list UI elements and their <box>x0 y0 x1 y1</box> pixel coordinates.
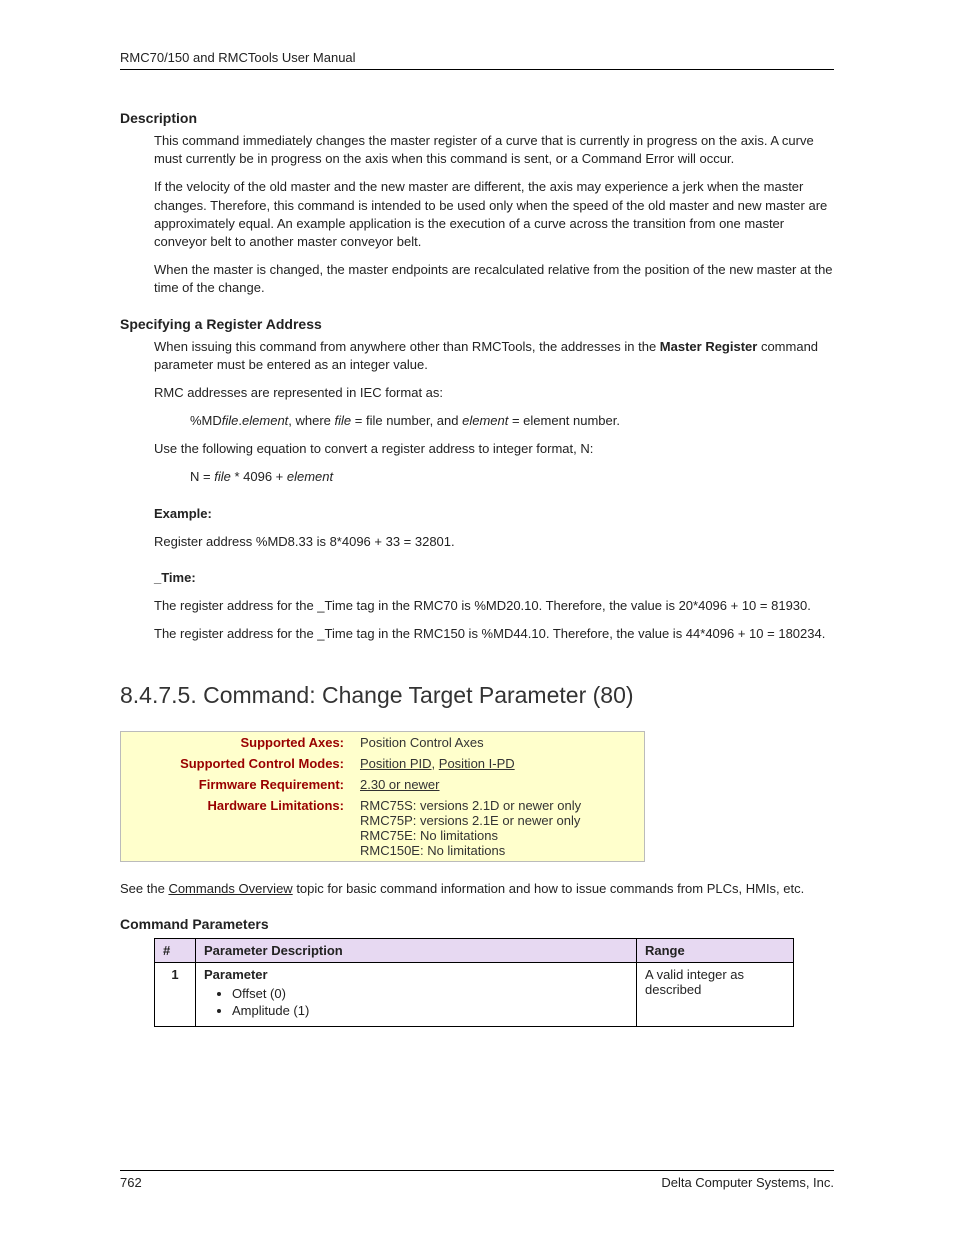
text-fragment: %MD <box>190 413 222 428</box>
text-fragment: topic for basic command information and … <box>293 881 805 896</box>
commands-overview-para: See the Commands Overview topic for basi… <box>120 880 834 898</box>
info-value-supported-axes: Position Control Axes <box>352 731 645 753</box>
table-row: Hardware Limitations: RMC75S: versions 2… <box>121 795 645 862</box>
link-position-ipd[interactable]: Position I-PD <box>439 756 515 771</box>
text-fragment: When issuing this command from anywhere … <box>154 339 660 354</box>
page-footer: 762 Delta Computer Systems, Inc. <box>120 1170 834 1190</box>
description-para-3: When the master is changed, the master e… <box>154 261 834 297</box>
time-para-2: The register address for the _Time tag i… <box>154 625 834 643</box>
time-para-1: The register address for the _Time tag i… <box>154 597 834 615</box>
description-para-2: If the velocity of the old master and th… <box>154 178 834 251</box>
table-row: Firmware Requirement: 2.30 or newer <box>121 774 645 795</box>
time-heading: _Time: <box>154 569 834 587</box>
italic-file: file <box>214 469 231 484</box>
info-label-hardware: Hardware Limitations: <box>121 795 353 862</box>
italic-element: element <box>242 413 288 428</box>
hardware-line: RMC75E: No limitations <box>360 828 636 843</box>
table-row: 1 Parameter Offset (0) Amplitude (1) A v… <box>155 962 794 1026</box>
param-description-cell: Parameter Offset (0) Amplitude (1) <box>196 962 637 1026</box>
italic-file: file <box>335 413 352 428</box>
info-value-firmware: 2.30 or newer <box>352 774 645 795</box>
list-item: Offset (0) <box>232 986 628 1001</box>
register-format-line: %MDfile.element, where file = file numbe… <box>190 412 834 430</box>
param-range: A valid integer as described <box>637 962 794 1026</box>
register-para-1: When issuing this command from anywhere … <box>154 338 834 374</box>
page-container: RMC70/150 and RMCTools User Manual Descr… <box>0 0 954 1235</box>
info-value-control-modes: Position PID, Position I-PD <box>352 753 645 774</box>
italic-element: element <box>287 469 333 484</box>
info-value-hardware: RMC75S: versions 2.1D or newer only RMC7… <box>352 795 645 862</box>
col-num: # <box>155 938 196 962</box>
hardware-line: RMC150E: No limitations <box>360 843 636 858</box>
section-heading-8-4-7-5: 8.4.7.5. Command: Change Target Paramete… <box>120 682 834 709</box>
italic-file: file <box>222 413 239 428</box>
register-para-3: Use the following equation to convert a … <box>154 440 834 458</box>
text-fragment: * 4096 + <box>231 469 287 484</box>
italic-element: element <box>462 413 508 428</box>
command-parameters-table: # Parameter Description Range 1 Paramete… <box>154 938 794 1027</box>
table-row: Supported Axes: Position Control Axes <box>121 731 645 753</box>
page-header: RMC70/150 and RMCTools User Manual <box>120 50 834 70</box>
text-fragment: , where <box>288 413 334 428</box>
param-number: 1 <box>155 962 196 1026</box>
text-fragment: = element number. <box>508 413 620 428</box>
text-fragment: , <box>432 756 439 771</box>
info-label-firmware: Firmware Requirement: <box>121 774 353 795</box>
table-row: Supported Control Modes: Position PID, P… <box>121 753 645 774</box>
table-header-row: # Parameter Description Range <box>155 938 794 962</box>
param-label: Parameter <box>204 967 268 982</box>
link-position-pid[interactable]: Position PID <box>360 756 432 771</box>
info-label-control-modes: Supported Control Modes: <box>121 753 353 774</box>
col-range: Range <box>637 938 794 962</box>
link-commands-overview[interactable]: Commands Overview <box>168 881 292 896</box>
register-equation: N = file * 4096 + element <box>190 468 834 486</box>
description-heading: Description <box>120 110 834 126</box>
text-fragment: N = <box>190 469 214 484</box>
register-address-heading: Specifying a Register Address <box>120 316 834 332</box>
list-item: Amplitude (1) <box>232 1003 628 1018</box>
text-fragment: = file number, and <box>351 413 462 428</box>
text-fragment: See the <box>120 881 168 896</box>
command-info-table: Supported Axes: Position Control Axes Su… <box>120 731 645 862</box>
info-label-supported-axes: Supported Axes: <box>121 731 353 753</box>
time-label: _Time: <box>154 570 196 585</box>
master-register-bold: Master Register <box>660 339 758 354</box>
col-desc: Parameter Description <box>196 938 637 962</box>
example-para: Register address %MD8.33 is 8*4096 + 33 … <box>154 533 834 551</box>
header-left-text: RMC70/150 and RMCTools User Manual <box>120 50 356 65</box>
command-parameters-heading: Command Parameters <box>120 916 834 932</box>
example-label: Example: <box>154 506 212 521</box>
link-firmware-req[interactable]: 2.30 or newer <box>360 777 440 792</box>
example-heading: Example: <box>154 505 834 523</box>
footer-company: Delta Computer Systems, Inc. <box>661 1175 834 1190</box>
hardware-line: RMC75S: versions 2.1D or newer only <box>360 798 636 813</box>
param-options-list: Offset (0) Amplitude (1) <box>232 986 628 1018</box>
hardware-line: RMC75P: versions 2.1E or newer only <box>360 813 636 828</box>
register-para-2: RMC addresses are represented in IEC for… <box>154 384 834 402</box>
footer-page-number: 762 <box>120 1175 142 1190</box>
description-para-1: This command immediately changes the mas… <box>154 132 834 168</box>
